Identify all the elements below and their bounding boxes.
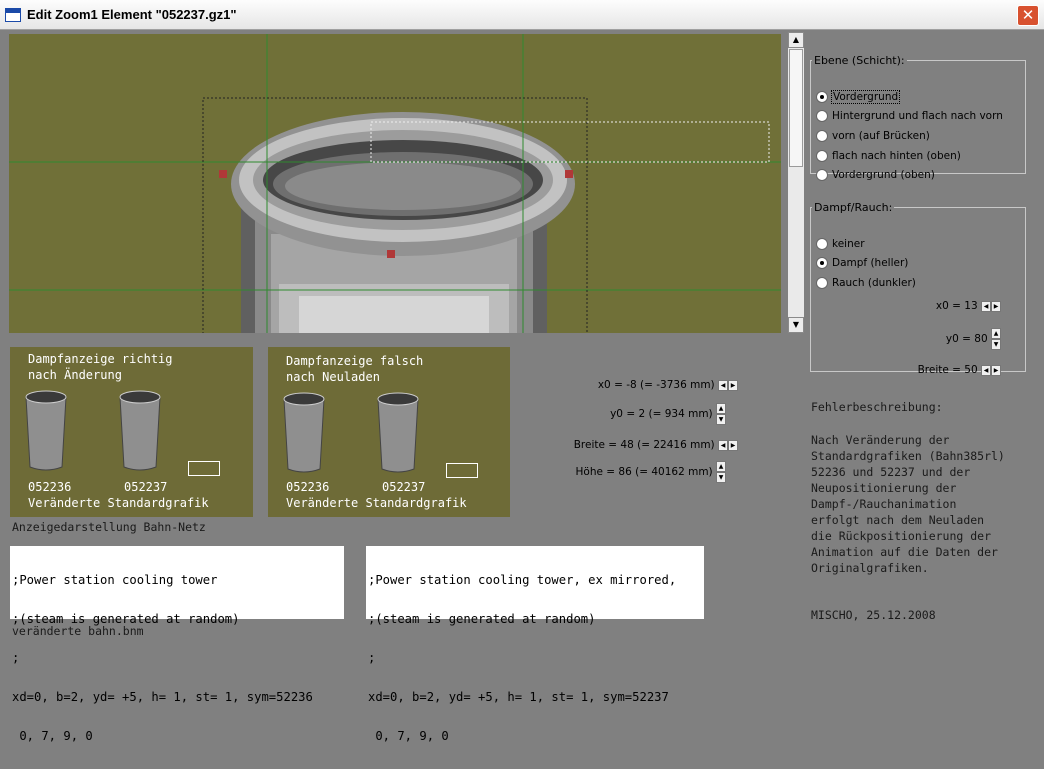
spin-left-icon[interactable]: ◀ [718, 439, 728, 451]
steam-marker-box [188, 461, 220, 476]
edit-element-window: Edit Zoom1 Element "052237.gz1" ✕ ▲ ▼ Eb… [0, 0, 1044, 743]
spin-right-icon[interactable]: ▶ [728, 379, 738, 391]
layer-option-vordergrund-oben[interactable]: Vordergrund (oben) [815, 165, 1003, 185]
spin-down-icon[interactable]: ▼ [716, 414, 726, 425]
canvas-vertical-scrollbar[interactable]: ▲ ▼ [788, 32, 804, 333]
caption-display: Anzeigedarstellung Bahn-Netz [12, 520, 206, 534]
smoke-option-keiner[interactable]: keiner [815, 234, 916, 254]
layer-option-vorn[interactable]: vorn (auf Brücken) [815, 126, 1003, 146]
spin-down-icon[interactable]: ▼ [991, 339, 1001, 350]
spin-up-icon[interactable]: ▲ [716, 403, 726, 414]
description-body: Nach Veränderung der Standardgrafiken (B… [811, 433, 1005, 575]
window-title: Edit Zoom1 Element "052237.gz1" [27, 7, 237, 22]
radio-selected-icon[interactable] [816, 90, 828, 103]
spin-left-icon[interactable]: ◀ [981, 300, 991, 312]
breite-field[interactable]: Breite = 48 (= 22416 mm) ◀ ▶ [560, 439, 738, 451]
code-block-52237: ;Power station cooling tower, ex mirrore… [366, 546, 704, 743]
spin-right-icon[interactable]: ▶ [728, 439, 738, 451]
cooling-tower-graphic [9, 34, 781, 333]
layer-group: Ebene (Schicht): Vordergrund Hintergrund… [810, 54, 1026, 182]
radio-icon[interactable] [816, 169, 828, 182]
layer-option-hintergrund[interactable]: Hintergrund und flach nach vorn [815, 107, 1003, 127]
layer-group-legend: Ebene (Schicht): [814, 54, 905, 67]
radio-icon[interactable] [816, 237, 828, 250]
y0-field[interactable]: y0 = 2 (= 934 mm) ▲ ▼ [560, 403, 726, 425]
layer-option-vordergrund[interactable]: Vordergrund [815, 87, 1003, 107]
spin-left-icon[interactable]: ◀ [981, 364, 991, 376]
radio-icon[interactable] [816, 129, 828, 142]
radio-icon[interactable] [816, 110, 828, 123]
spin-right-icon[interactable]: ▶ [991, 300, 1001, 312]
code-block-52236: ;Power station cooling tower ;(steam is … [10, 546, 344, 743]
preview-panel-wrong: Dampfanzeige falsch nach Neuladen 052236… [268, 347, 510, 517]
hoehe-field[interactable]: Höhe = 86 (= 40162 mm) ▲ ▼ [560, 461, 726, 483]
smoke-group: Dampf/Rauch: keiner Dampf (heller) Rauch… [810, 201, 1026, 376]
spin-right-icon[interactable]: ▶ [991, 364, 1001, 376]
scroll-up-button[interactable]: ▲ [788, 32, 804, 48]
preview-panel-correct: Dampfanzeige richtig nach Änderung 05223… [10, 347, 253, 517]
radio-selected-icon[interactable] [816, 257, 828, 270]
x0-field[interactable]: x0 = -8 (= -3736 mm) ◀ ▶ [560, 379, 738, 391]
description-heading: Fehlerbeschreibung: [811, 400, 943, 414]
pixel-canvas[interactable] [9, 34, 781, 333]
smoke-breite-field[interactable]: Breite = 50 ◀ ▶ [871, 364, 1001, 376]
radio-icon[interactable] [816, 276, 828, 289]
layer-option-flach-hinten[interactable]: flach nach hinten (oben) [815, 146, 1003, 166]
signature: MISCHO, 25.12.2008 [811, 608, 936, 622]
cooling-tower-icons [283, 392, 419, 473]
smoke-x0-field[interactable]: x0 = 13 ◀ ▶ [871, 300, 1001, 312]
spin-up-icon[interactable]: ▲ [716, 461, 726, 472]
steam-marker-box [446, 463, 478, 478]
title-bar: Edit Zoom1 Element "052237.gz1" ✕ [0, 0, 1044, 30]
caption-bnm: veränderte bahn.bnm [12, 624, 144, 638]
smoke-y0-field[interactable]: y0 = 80 ▲ ▼ [871, 328, 1001, 350]
scroll-thumb[interactable] [789, 49, 803, 167]
smoke-option-rauch[interactable]: Rauch (dunkler) [815, 273, 916, 293]
spin-left-icon[interactable]: ◀ [718, 379, 728, 391]
smoke-group-legend: Dampf/Rauch: [814, 201, 893, 214]
radio-icon[interactable] [816, 149, 828, 162]
close-button[interactable]: ✕ [1017, 5, 1039, 26]
scroll-down-button[interactable]: ▼ [788, 317, 804, 333]
spin-up-icon[interactable]: ▲ [991, 328, 1001, 339]
cooling-tower-icons [25, 390, 161, 471]
window-icon [5, 8, 21, 22]
spin-down-icon[interactable]: ▼ [716, 472, 726, 483]
smoke-option-dampf[interactable]: Dampf (heller) [815, 254, 916, 274]
